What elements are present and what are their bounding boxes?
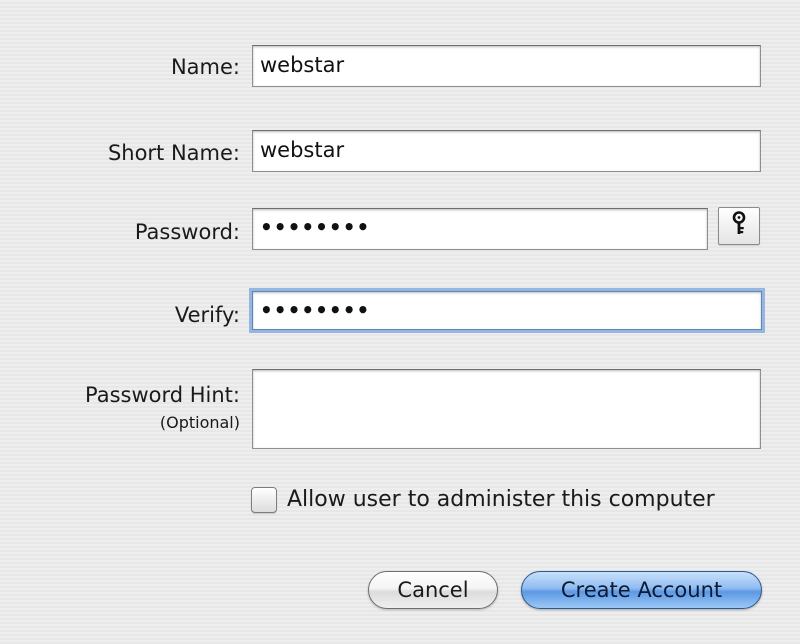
password-hint-field[interactable] [252, 369, 761, 449]
verify-field[interactable]: •••••••• [252, 291, 762, 330]
password-label: Password: [134, 220, 240, 244]
password-hint-label: Password Hint: [84, 383, 240, 407]
password-hint-optional-label: (Optional) [159, 413, 240, 432]
admin-checkbox-label[interactable]: Allow user to administer this computer [287, 487, 715, 513]
key-icon [731, 211, 747, 241]
verify-label: Verify: [174, 303, 240, 327]
password-assistant-button[interactable] [718, 207, 760, 245]
name-field[interactable]: webstar [252, 45, 761, 87]
cancel-button[interactable]: Cancel [368, 571, 498, 609]
name-label: Name: [170, 55, 240, 79]
admin-checkbox[interactable] [251, 487, 277, 513]
create-account-sheet: Name: webstar Short Name: webstar Passwo… [0, 0, 800, 644]
short-name-label: Short Name: [107, 141, 240, 165]
create-account-button[interactable]: Create Account [521, 571, 762, 609]
short-name-field[interactable]: webstar [252, 130, 761, 172]
password-field[interactable]: •••••••• [252, 208, 708, 250]
